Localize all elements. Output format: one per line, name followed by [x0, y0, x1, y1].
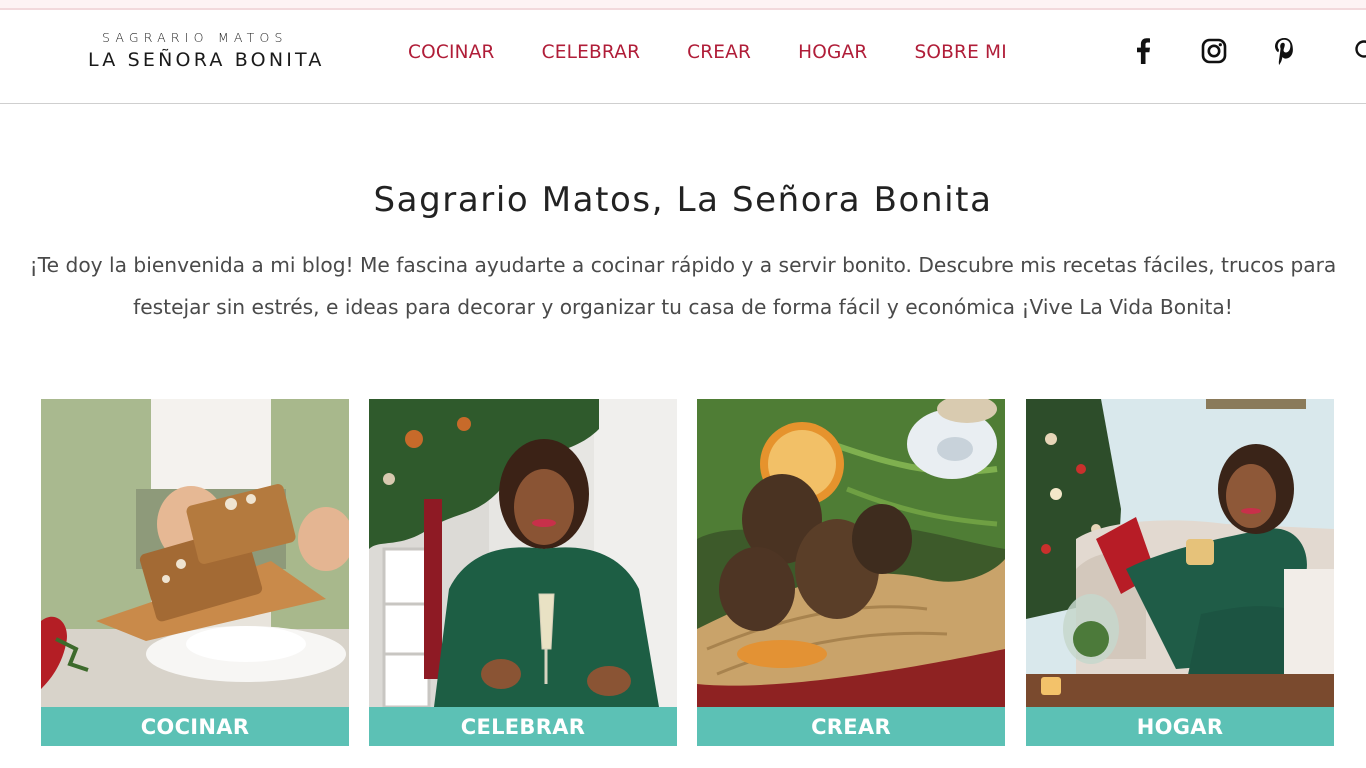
hero-section: Sagrario Matos, La Señora Bonita ¡Te doy… — [0, 176, 1366, 328]
celebrar-photo — [369, 399, 677, 707]
category-label-celebrar: CELEBRAR — [369, 707, 677, 746]
category-label-hogar: HOGAR — [1026, 707, 1334, 746]
site-header: SAGRARIO MATOS LA SEÑORA BONITA COCINAR … — [0, 12, 1366, 104]
top-accent-strip — [0, 0, 1366, 10]
nav-item-sobre-mi[interactable]: SOBRE MI — [914, 40, 1006, 66]
nav-item-celebrar[interactable]: CELEBRAR — [542, 40, 641, 66]
nav-item-hogar[interactable]: HOGAR — [798, 40, 867, 66]
category-label-crear: CREAR — [697, 707, 1005, 746]
logo-top-line: SAGRARIO MATOS — [102, 30, 288, 45]
category-card-celebrar[interactable]: CELEBRAR — [369, 399, 677, 746]
category-card-hogar[interactable]: HOGAR — [1026, 399, 1334, 746]
nav-item-cocinar[interactable]: COCINAR — [408, 40, 495, 66]
instagram-icon[interactable] — [1199, 36, 1229, 66]
intro-text: ¡Te doy la bienvenida a mi blog! Me fasc… — [29, 253, 1337, 319]
logo-main-line: LA SEÑORA BONITA — [88, 49, 325, 71]
category-card-crear[interactable]: CREAR — [697, 399, 1005, 746]
hogar-photo — [1026, 399, 1334, 707]
pinterest-icon[interactable] — [1269, 36, 1299, 66]
facebook-icon[interactable] — [1128, 36, 1158, 66]
nav-item-crear[interactable]: CREAR — [687, 40, 751, 66]
crear-photo — [697, 399, 1005, 707]
site-logo[interactable]: SAGRARIO MATOS LA SEÑORA BONITA — [88, 30, 333, 90]
cocinar-photo — [41, 399, 349, 707]
category-card-cocinar[interactable]: COCINAR — [41, 399, 349, 746]
category-cards: COCINAR CELEBRAR CREAR HOGAR — [41, 399, 1335, 746]
category-label-cocinar: COCINAR — [41, 707, 349, 746]
search-icon[interactable] — [1352, 36, 1366, 66]
page-title: Sagrario Matos, La Señora Bonita — [373, 180, 993, 220]
main-navigation: COCINAR CELEBRAR CREAR HOGAR SOBRE MI — [408, 40, 1007, 66]
